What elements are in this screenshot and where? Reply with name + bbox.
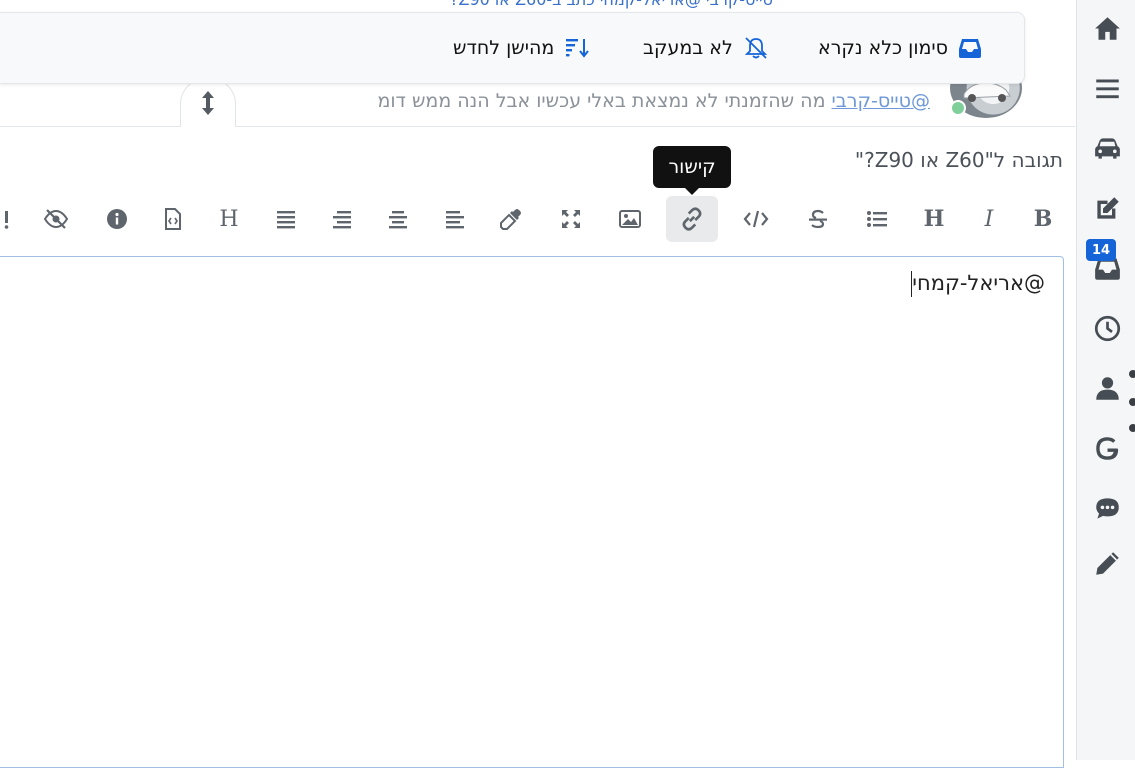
align-left-icon (446, 211, 464, 229)
align-justify-button[interactable] (260, 196, 312, 242)
car-icon[interactable] (1089, 130, 1125, 166)
image-icon (619, 210, 641, 228)
clock-icon[interactable] (1089, 310, 1125, 346)
align-right-button[interactable] (316, 196, 368, 242)
list-ul-icon (867, 211, 887, 227)
fullscreen-button[interactable] (545, 196, 597, 242)
italic-icon: I (984, 206, 994, 232)
eye-slash-icon (43, 209, 69, 229)
unfollow-label: לא במעקב (643, 37, 733, 59)
eyedropper-icon (500, 209, 521, 230)
info-button[interactable] (91, 196, 143, 242)
bold-icon: B (1033, 206, 1053, 232)
chat-dot (1129, 398, 1135, 406)
composer-editor[interactable]: @אריאל-קמחי (0, 256, 1064, 768)
link-icon (682, 207, 702, 231)
align-left-button[interactable] (429, 196, 481, 242)
editor-content[interactable]: @אריאל-קמחי (909, 271, 1045, 297)
code-file-button[interactable] (147, 196, 199, 242)
formatting-toolbar: B I H H (0, 192, 1070, 244)
bold-button[interactable]: B (1017, 196, 1069, 242)
sort-order-button[interactable]: מהישן לחדש (453, 35, 590, 61)
menu-icon[interactable] (1089, 70, 1125, 106)
mark-unread-button[interactable]: סימון כלא נקרא (818, 35, 982, 61)
align-center-button[interactable] (372, 196, 424, 242)
home-icon[interactable] (1089, 10, 1125, 46)
online-status-dot (950, 100, 966, 116)
reply-title: תגובה ל"Z60 או Z90?" (854, 148, 1063, 172)
editor-text: @אריאל-קמחי (912, 271, 1045, 295)
spoiler-button[interactable] (30, 196, 82, 242)
expand-icon (562, 210, 580, 228)
resize-vertical-icon (202, 91, 214, 115)
italic-button[interactable]: I (963, 196, 1015, 242)
more-tools-button[interactable] (0, 196, 24, 242)
code-button[interactable] (730, 196, 782, 242)
chat-dot (1129, 424, 1135, 432)
mark-unread-label: סימון כלא נקרא (818, 37, 948, 59)
align-center-icon (389, 211, 407, 229)
link-tooltip: קישור (653, 146, 731, 195)
strikethrough-icon (809, 209, 827, 229)
code-icon (743, 210, 769, 228)
sort-order-label: מהישן לחדש (453, 37, 555, 59)
heading-alt-icon: H (219, 206, 239, 232)
right-sidebar (1076, 0, 1135, 760)
align-right-icon (333, 211, 351, 229)
chat-icon[interactable] (1089, 490, 1125, 526)
link-button[interactable] (666, 196, 718, 242)
chat-dot (1129, 370, 1135, 378)
heading-icon: H (923, 206, 945, 232)
post-header-text: טייס-קרבי @אריאל-קמחי כתב ב-Z60 או Z90? (450, 0, 773, 9)
file-code-icon (165, 208, 181, 230)
sort-down-icon (566, 39, 590, 58)
align-justify-icon (277, 211, 295, 229)
google-icon[interactable] (1089, 430, 1125, 466)
exclamation-icon (4, 211, 9, 229)
post-body-text: מה שהזמנתי לא נמצאת באלי עכשיו אבל הנה מ… (377, 90, 832, 112)
notification-count-badge: 14 (1086, 239, 1116, 261)
pencil-icon[interactable] (1089, 545, 1125, 581)
bullet-list-button[interactable] (851, 196, 903, 242)
unfollow-button[interactable]: לא במעקב (643, 35, 769, 61)
compose-icon[interactable] (1089, 190, 1125, 226)
topic-action-bar: סימון כלא נקרא לא במעקב מהישן לחדש (0, 12, 1025, 84)
user-mention-link[interactable]: @טייס-קרבי (832, 90, 930, 112)
composer-resize-handle[interactable] (180, 78, 236, 127)
bell-slash-icon (744, 37, 767, 59)
strikethrough-button[interactable] (792, 196, 844, 242)
inbox-icon (958, 39, 981, 58)
post-body-line: @טייס-קרבי מה שהזמנתי לא נמצאת באלי עכשי… (0, 90, 930, 120)
user-icon[interactable] (1089, 370, 1125, 406)
color-picker-button[interactable] (485, 196, 537, 242)
heading-button[interactable]: H (908, 196, 960, 242)
heading-alt-button[interactable]: H (203, 196, 255, 242)
info-icon (107, 209, 127, 229)
image-button[interactable] (604, 196, 656, 242)
